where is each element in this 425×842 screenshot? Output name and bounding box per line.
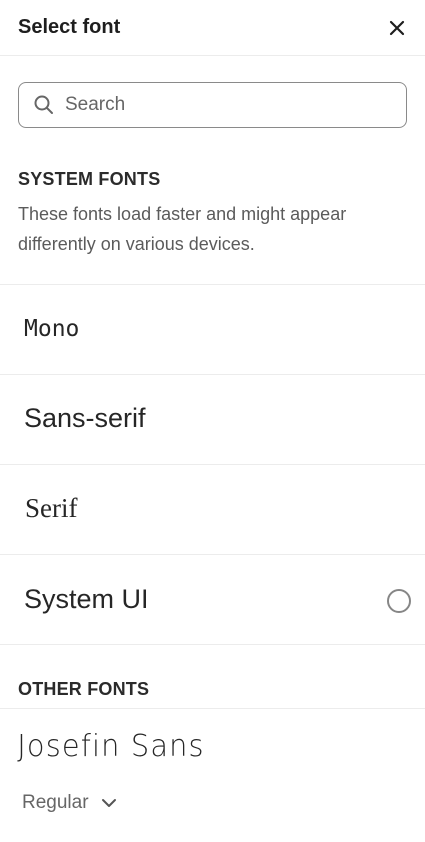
search-container [0,56,425,128]
divider [0,708,425,709]
font-select-panel: Select font SYSTEM FONTS These fonts loa… [0,0,425,842]
dialog-header: Select font [0,0,425,56]
font-option-label: Mono [24,315,80,342]
search-box[interactable] [18,82,407,128]
other-fonts-heading: OTHER FONTS [18,679,150,699]
system-fonts-heading: SYSTEM FONTS [18,169,161,189]
font-option-label: System UI [24,584,149,614]
font-variant-label: Regular [22,792,89,813]
search-input[interactable] [65,94,392,116]
font-option-mono[interactable]: Mono [0,285,425,375]
font-option-sans-serif[interactable]: Sans-serif [0,375,425,465]
search-icon [33,94,55,116]
dialog-title: Select font [18,16,121,38]
font-option-label: Sans-serif [24,403,146,433]
font-option-system-ui[interactable]: System UI [0,555,425,645]
close-icon [389,20,405,35]
font-option-serif[interactable]: Serif [0,465,425,555]
font-option-josefin-sans[interactable]: Josefin Sans [0,729,408,764]
system-font-list: Mono Sans-serif Serif System UI [0,284,425,645]
close-button[interactable] [383,14,411,42]
font-variant-select[interactable]: Regular [0,792,139,814]
font-option-radio[interactable] [387,588,411,613]
system-fonts-description: These fonts load faster and might appear… [18,204,347,254]
chevron-down-icon [101,798,117,808]
font-option-label: Serif [25,493,78,523]
